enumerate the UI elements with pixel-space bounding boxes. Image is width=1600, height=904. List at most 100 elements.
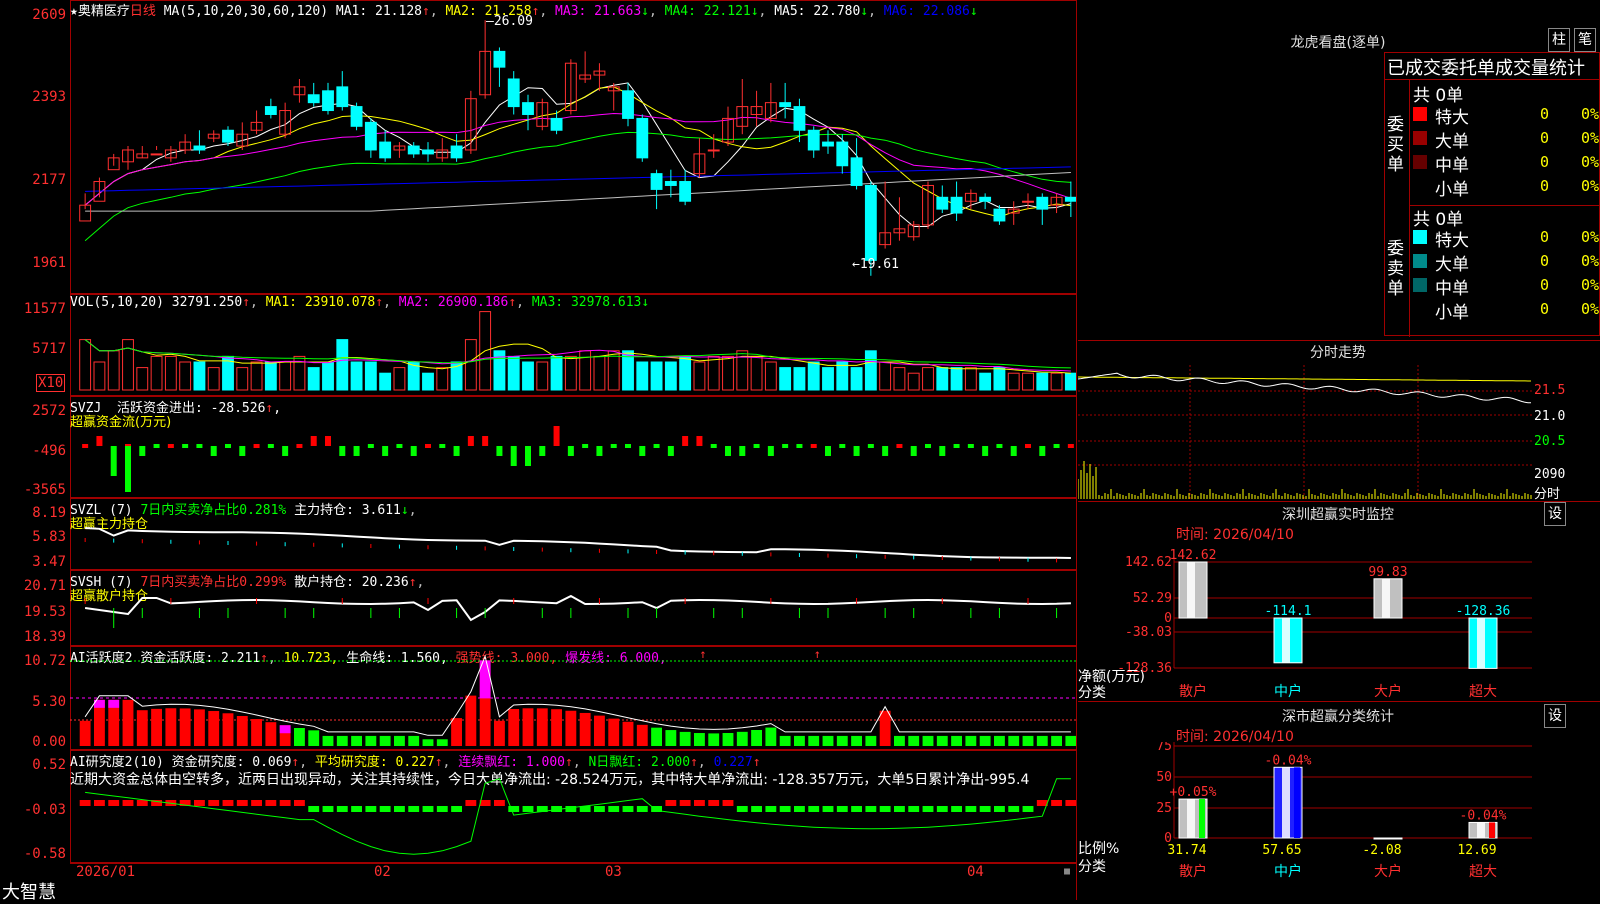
ai2-tick: -0.03: [23, 802, 66, 818]
research-bar: [794, 806, 805, 812]
volume-bar: [164, 355, 177, 391]
intraday-panel[interactable]: 分时走势 21.5 21.0 20.5 2090 分时: [1078, 340, 1600, 502]
candle-body: [1036, 196, 1049, 210]
svzl-tick: 3.47: [32, 554, 66, 570]
research-bar: [694, 800, 705, 806]
date-axis: 2026/01 02 03 04 ■: [70, 863, 1077, 900]
order-percent: 0%: [1580, 153, 1599, 171]
activity-bar: [251, 719, 262, 746]
activity-bar: [422, 739, 434, 746]
sz-time: 时间: 2026/04/10: [1176, 527, 1294, 543]
candle-body: [622, 90, 634, 119]
order-type-label: 特大: [1435, 108, 1469, 128]
volume-bar: [664, 361, 677, 391]
category-bar-highlight: [1187, 799, 1195, 838]
intraday-chart-svg[interactable]: [1078, 365, 1532, 501]
volume-bar: [236, 367, 249, 391]
activity-bar: [408, 735, 420, 746]
svzj-bar: [982, 446, 989, 456]
svzj-bar: [496, 446, 503, 456]
activity-bar: [522, 708, 534, 746]
volume-bar: [107, 350, 120, 391]
sz-bar-chart[interactable]: 142.62 52.29 0-38.03 -128.36 142.62 散户 -114.1 中…: [1078, 542, 1600, 702]
research-bar: [265, 800, 277, 806]
svzj-bar: [896, 444, 903, 448]
svzj-bar: [310, 436, 317, 446]
buy-section-label: 委买单: [1387, 115, 1404, 175]
research-bar: [308, 806, 320, 812]
svzj-bar: [725, 446, 731, 456]
legend-swatch: [1413, 278, 1427, 292]
volume-bar: [593, 355, 606, 391]
activity-bar: [179, 708, 191, 746]
volume-bar: [250, 361, 263, 391]
research-bar: [765, 806, 777, 812]
research-bar: [1065, 800, 1076, 806]
volume-bar: [707, 355, 720, 391]
svzl-line: [85, 527, 1071, 559]
activity-bar: [694, 733, 705, 746]
svzj-bar: [525, 446, 531, 466]
intraday-vol-tick: 2090: [1534, 467, 1566, 482]
activity-bar: [208, 711, 220, 746]
candle-body: [379, 141, 392, 159]
order-type-label: 小单: [1435, 180, 1469, 200]
svsh-chart-svg[interactable]: [70, 570, 1076, 646]
candle-body: [450, 145, 463, 159]
lock-icon[interactable]: ■: [1064, 866, 1070, 877]
order-percent: 0%: [1580, 129, 1599, 147]
price-chart-svg[interactable]: [70, 0, 1076, 294]
activity-bar: [222, 713, 234, 746]
order-percent: 0%: [1580, 276, 1599, 294]
candle-body: [407, 145, 420, 155]
activity-bar: [565, 710, 577, 746]
order-percent: 0%: [1580, 300, 1599, 318]
candle-body: [1022, 200, 1034, 203]
svzj-tick: -496: [32, 443, 66, 459]
research-bar: [1022, 806, 1034, 812]
svzj-chart-svg[interactable]: [70, 396, 1076, 498]
order-type-label: 小单: [1435, 303, 1469, 323]
left-chart-area[interactable]: ★奥精医疗日线 MA(5,10,20,30,60,120) MA1: 21.12…: [0, 0, 1077, 903]
svzj-bar: [553, 426, 560, 446]
research-bar: [851, 806, 862, 812]
order-count: 0: [1539, 276, 1549, 294]
order-count: 0: [1539, 228, 1549, 246]
bar-chart-tick: 142.62: [1125, 555, 1172, 570]
candle-body: [264, 106, 277, 115]
research-bar: [222, 800, 234, 806]
research-bar: [622, 806, 634, 812]
bar-toggle-button[interactable]: 柱: [1548, 28, 1570, 52]
volume-chart-svg[interactable]: [70, 294, 1076, 396]
category-bar-highlight: [1282, 767, 1290, 838]
candle-body: [522, 102, 534, 115]
sc-bar-chart[interactable]: 7550250+0.05%散户31.74-0.04%中户57.65大户-2.08…: [1078, 742, 1600, 900]
candle-body: [193, 145, 206, 151]
research-bar: [608, 806, 620, 812]
sz-monitor-panel: 深圳超赢实时监控 设 时间: 2026/04/10 142.62 52.29 0 -3…: [1078, 502, 1600, 702]
research-bar: [951, 806, 962, 812]
volume-bar: [193, 361, 206, 391]
sz-settings-button[interactable]: 设: [1544, 502, 1566, 526]
svzl-chart-svg[interactable]: [70, 498, 1076, 570]
sc-settings-button[interactable]: 设: [1544, 704, 1566, 728]
research-bar: [994, 806, 1005, 812]
bar-category-label: 大户: [1374, 683, 1402, 700]
ai1-chart-svg[interactable]: ↑ ↑: [70, 646, 1076, 750]
research-bar: [808, 806, 820, 812]
activity-bar: [951, 735, 962, 746]
price-tick: 2609: [32, 7, 66, 23]
pen-toggle-button[interactable]: 笔: [1574, 28, 1596, 52]
ai2-chart-svg[interactable]: [70, 750, 1076, 863]
volume-bar: [279, 361, 292, 391]
activity-bar: [236, 716, 248, 746]
bar-category-label: 超大: [1469, 684, 1497, 700]
volume-bar: [1007, 372, 1020, 391]
svzj-bar: [810, 444, 817, 448]
svzj-bar: [925, 444, 931, 448]
svzj-bar: [839, 444, 846, 448]
research-bar: [522, 806, 534, 812]
volume-bar: [522, 361, 534, 391]
category-bar-highlight: [1477, 618, 1485, 669]
activity-bar: [151, 708, 162, 746]
